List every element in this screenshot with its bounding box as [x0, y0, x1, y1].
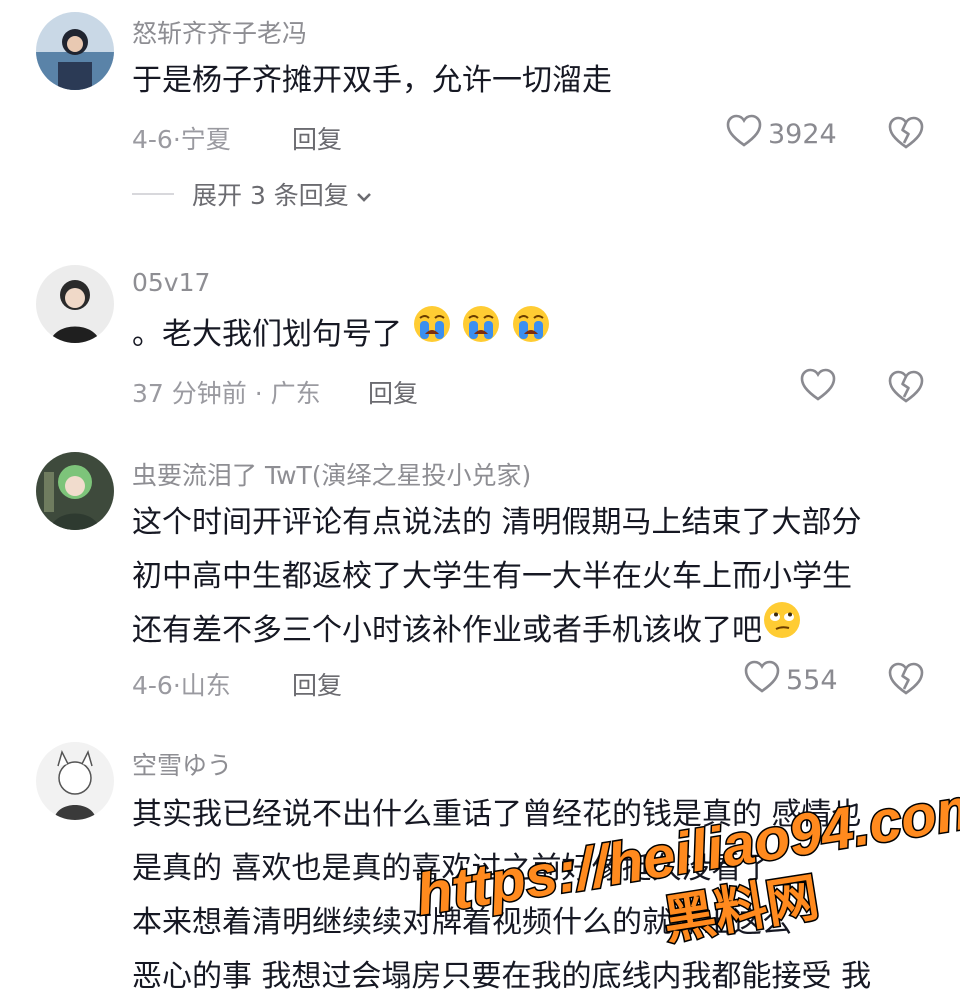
meta-separator: · [172, 125, 181, 154]
broken-heart-icon [888, 116, 924, 149]
crying-face-emoji [511, 304, 551, 362]
comment-location: 广东 [270, 379, 321, 408]
reply-button[interactable]: 回复 [292, 666, 342, 702]
comment-username[interactable]: 空雪ゆう [132, 746, 232, 782]
reply-button[interactable]: 回复 [368, 374, 418, 410]
comment-line: 本来想着清明继续续对牌着视频什么的就爆出这么 [132, 905, 792, 940]
like-count: 554 [786, 664, 838, 696]
reply-button[interactable]: 回复 [292, 120, 342, 156]
comment-meta: 37 分钟前 · 广东 回复 [132, 374, 418, 410]
crying-face-emoji [461, 304, 501, 362]
comment-text: 其实我已经说不出什么重话了曾经花的钱是真的 感情也 是真的 喜欢也是真的喜欢过之… [132, 788, 932, 1004]
avatar[interactable] [36, 742, 114, 820]
like-button[interactable]: 3924 [726, 114, 837, 154]
comment-line: 初中高中生都返校了大学生有一大半在火车上而小学生 [132, 559, 852, 594]
divider [132, 193, 174, 195]
comment-line: 是真的 喜欢也是真的喜欢过之前好像挺久没看了 [132, 851, 772, 886]
dislike-button[interactable] [888, 662, 924, 698]
comment-line: 。老大我们划句号了 [132, 317, 402, 352]
comment-line: 这个时间开评论有点说法的 清明假期马上结束了大部分 [132, 505, 862, 540]
crying-face-emoji [412, 304, 452, 362]
comment-text: 这个时间开评论有点说法的 清明假期马上结束了大部分 初中高中生都返校了大学生有一… [132, 496, 932, 658]
comment-line: 于是杨子齐摊开双手，允许一切溜走 [132, 63, 612, 98]
avatar[interactable] [36, 452, 114, 530]
like-button[interactable] [800, 368, 842, 408]
dislike-button[interactable] [888, 116, 924, 152]
chevron-down-icon [355, 180, 373, 209]
comment-username[interactable]: 05v17 [132, 268, 210, 297]
comment-location: 宁夏 [180, 125, 231, 154]
comment-line: 还有差不多三个小时该补作业或者手机该收了吧 [132, 601, 932, 658]
comment-line: 恶心的事 我想过会塌房只要在我的底线内我都能接受 我 [132, 959, 872, 994]
heart-icon [744, 660, 780, 701]
comment-location: 山东 [180, 671, 231, 700]
comment-text: 。老大我们划句号了 [132, 305, 932, 362]
meta-separator: · [172, 671, 181, 700]
comment-username[interactable]: 怒斩齐齐子老冯 [132, 14, 307, 50]
comment-line-text: 还有差不多三个小时该补作业或者手机该收了吧 [132, 613, 762, 648]
expand-replies-button[interactable]: 展开 3 条回复 [132, 176, 373, 212]
comment-text: 于是杨子齐摊开双手，允许一切溜走 [132, 54, 932, 108]
expand-replies-label: 展开 3 条回复 [192, 181, 349, 210]
meta-separator: · [246, 379, 271, 408]
like-button[interactable]: 554 [744, 660, 838, 700]
heart-icon [726, 114, 762, 155]
comment-date: 4-6 [132, 671, 173, 700]
avatar[interactable] [36, 265, 114, 343]
comment-meta: 4-6·山东 回复 [132, 666, 342, 702]
eye-roll-face-emoji [762, 600, 802, 658]
comment-date: 37 分钟前 [132, 379, 247, 408]
dislike-button[interactable] [888, 370, 924, 406]
like-count: 3924 [768, 118, 837, 150]
broken-heart-icon [888, 662, 924, 695]
comment-date: 4-6 [132, 125, 173, 154]
broken-heart-icon [888, 370, 924, 403]
comment-username[interactable]: 虫要流泪了 TwT(演绎之星投小兑家) [132, 456, 531, 492]
comment-line: 其实我已经说不出什么重话了曾经花的钱是真的 感情也 [132, 797, 862, 832]
comment-meta: 4-6·宁夏 回复 [132, 120, 342, 156]
avatar[interactable] [36, 12, 114, 90]
heart-icon [800, 368, 836, 409]
